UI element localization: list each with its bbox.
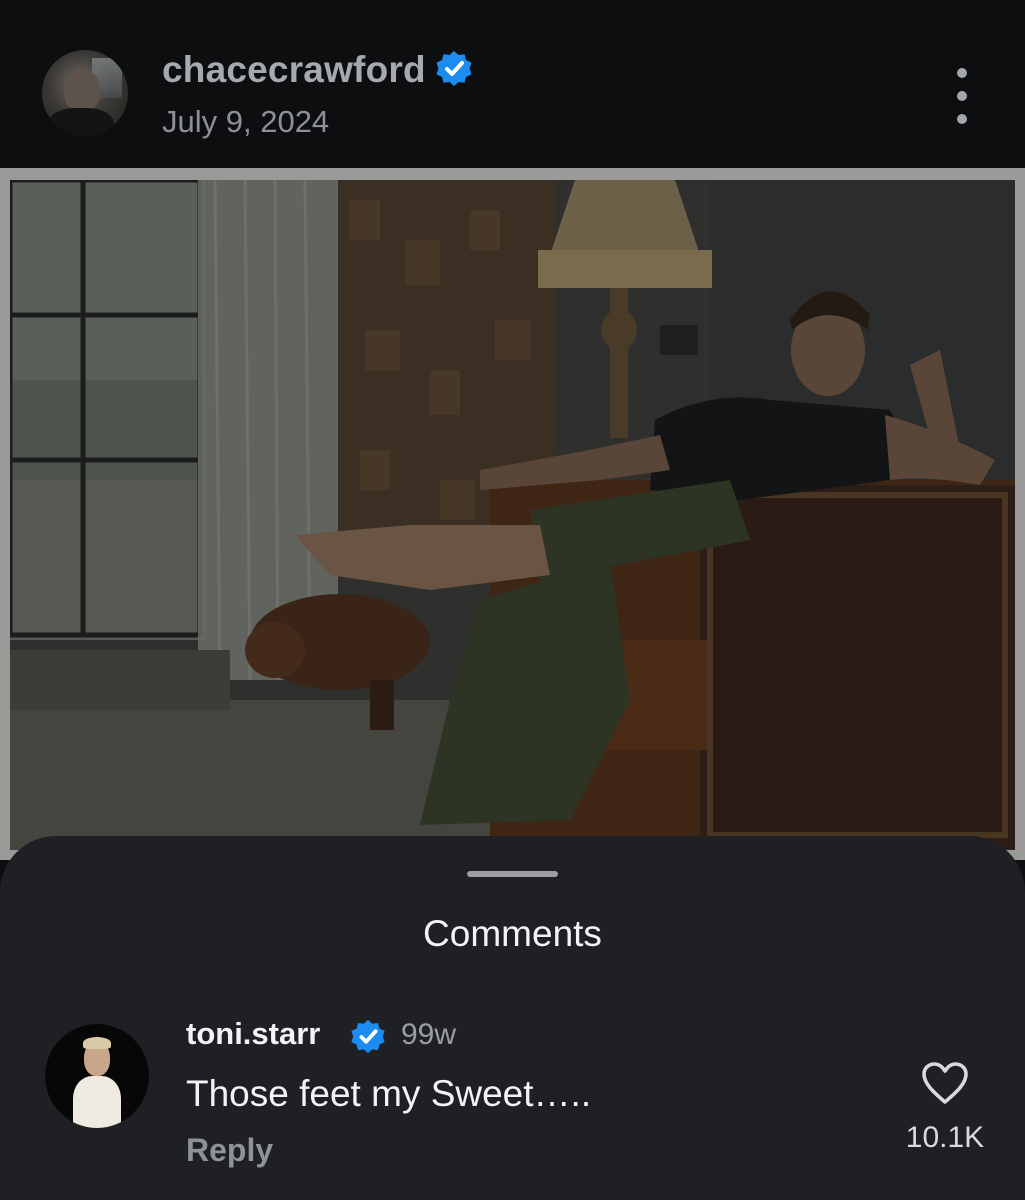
comments-title: Comments — [423, 913, 602, 954]
avatar-head — [64, 70, 100, 112]
avatar-hair — [83, 1037, 111, 1049]
verified-icon — [351, 1019, 385, 1054]
avatar-jacket — [73, 1076, 121, 1128]
more-vertical-icon-dot — [957, 114, 967, 124]
sheet-drag-handle[interactable] — [467, 871, 558, 877]
commenter-username[interactable]: toni.starr — [186, 1016, 320, 1052]
more-vertical-icon — [957, 68, 967, 78]
post-photo-frame[interactable] — [0, 168, 1025, 860]
more-vertical-icon-dot — [957, 91, 967, 101]
comment-timestamp: 99w — [401, 1018, 457, 1051]
verified-icon — [436, 51, 472, 87]
post-date: July 9, 2024 — [162, 104, 330, 139]
post-header: chacecrawford July 9, 2024 — [0, 0, 1025, 168]
heart-icon[interactable] — [920, 1060, 970, 1106]
comment-text: Those feet my Sweet….. — [186, 1073, 592, 1114]
avatar-shoulders — [48, 108, 114, 136]
post-photo[interactable] — [10, 180, 1015, 850]
like-count: 10.1K — [905, 1121, 985, 1154]
reply-button[interactable]: Reply — [186, 1132, 273, 1169]
more-options-button[interactable] — [940, 68, 984, 124]
post-author-avatar[interactable] — [42, 50, 128, 136]
post-photo-illustration — [10, 180, 1015, 850]
post-username[interactable]: chacecrawford — [162, 49, 426, 90]
commenter-avatar[interactable] — [45, 1024, 149, 1128]
post-username-row[interactable]: chacecrawford — [162, 49, 474, 92]
